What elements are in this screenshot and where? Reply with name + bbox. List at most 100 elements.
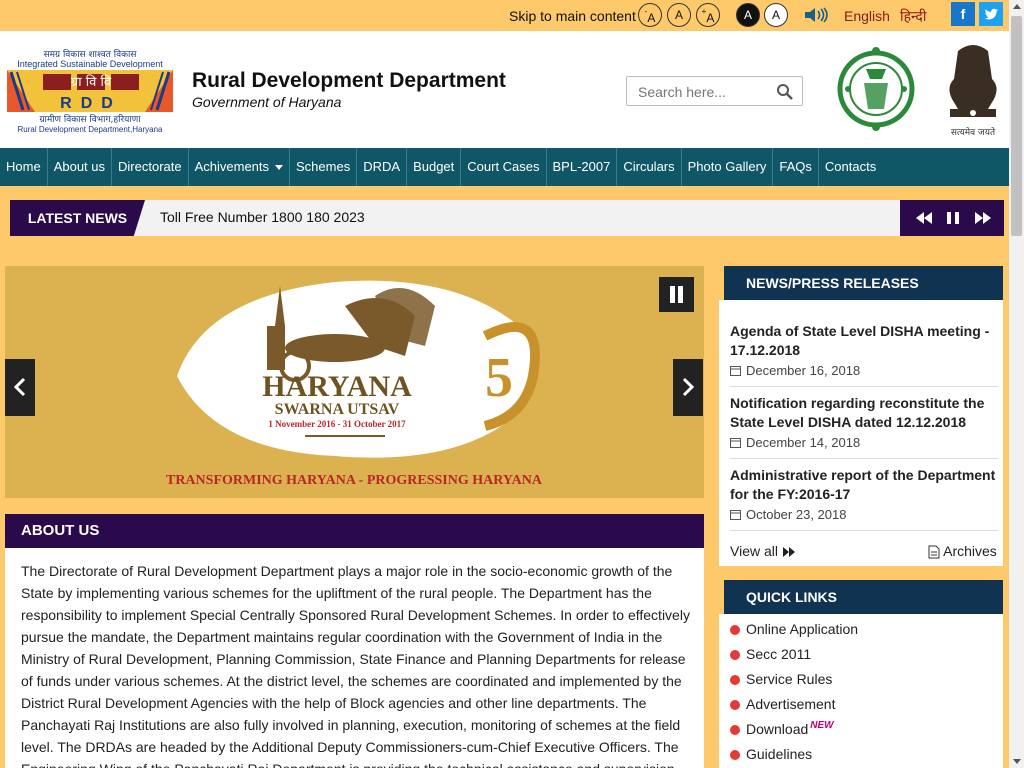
nav-photo-gallery[interactable]: Photo Gallery [682, 148, 774, 186]
national-emblem-icon: सत्यमेव जयते [949, 45, 997, 138]
font-increase-button[interactable]: +A [696, 3, 720, 27]
nav-schemes[interactable]: Schemes [290, 148, 358, 186]
press-item[interactable]: Agenda of State Level DISHA meeting - 17… [730, 322, 998, 387]
screen-reader-icon[interactable] [804, 7, 830, 23]
quick-link-label: Download [746, 721, 809, 737]
bullet-icon [730, 650, 740, 660]
scrollbar-thumb[interactable] [1011, 16, 1022, 236]
press-item-date-text: October 23, 2018 [746, 507, 847, 522]
quick-links-heading: QUICK LINKS [719, 580, 1003, 614]
slider-next-button[interactable] [673, 359, 703, 416]
nav-bpl-2007[interactable]: BPL-2007 [547, 148, 618, 186]
chevron-down-icon [275, 165, 284, 171]
nav-drda[interactable]: DRDA [357, 148, 408, 186]
fast-forward-icon[interactable] [974, 209, 992, 227]
view-all-link[interactable]: View all [730, 543, 796, 559]
svg-text:Rural Development Department,H: Rural Development Department,Haryana [18, 125, 164, 134]
normal-contrast-button[interactable]: A [764, 3, 788, 27]
nav-achivements[interactable]: Achivements [189, 148, 291, 186]
scroll-down-icon[interactable] [1013, 759, 1021, 764]
new-badge: NEW [810, 720, 834, 731]
language-english-link[interactable]: English [844, 8, 890, 24]
quick-link-download[interactable]: Download NEW [730, 720, 834, 737]
search-icon[interactable] [776, 83, 794, 101]
double-chevron-right-icon [782, 547, 795, 558]
chevron-left-icon [13, 377, 26, 397]
bullet-icon [730, 725, 740, 735]
pause-icon [670, 286, 683, 303]
press-item-title[interactable]: Administrative report of the Department … [730, 466, 998, 504]
quick-link-guidelines[interactable]: Guidelines [730, 746, 812, 762]
quick-link-label: Guidelines [746, 746, 813, 762]
nav-faqs[interactable]: FAQs [773, 148, 819, 186]
search-input[interactable] [636, 83, 770, 101]
font-decrease-button[interactable]: -A [638, 3, 662, 27]
font-normal-button[interactable]: A [667, 3, 691, 27]
svg-text:HARYANA: HARYANA [262, 370, 412, 403]
language-hindi-link[interactable]: हिन्दी [900, 7, 926, 26]
nav-circulars[interactable]: Circulars [617, 148, 682, 186]
main-navigation: Home About us Directorate Achivements Sc… [0, 148, 1009, 186]
quick-link-secc-2011[interactable]: Secc 2011 [730, 646, 811, 662]
chevron-right-icon [682, 377, 695, 397]
svg-text:1 November 2016 - 31 October 2: 1 November 2016 - 31 October 2017 [268, 419, 406, 429]
slider-prev-button[interactable] [5, 359, 35, 416]
bullet-icon [730, 625, 740, 635]
about-us-heading: ABOUT US [5, 514, 704, 548]
calendar-icon [730, 438, 741, 448]
quick-link-advertisement[interactable]: Advertisement [730, 696, 835, 712]
bullet-icon [730, 700, 740, 710]
quick-link-label: Secc 2011 [746, 646, 812, 662]
svg-text:SWARNA UTSAV: SWARNA UTSAV [275, 401, 400, 418]
archives-label: Archives [943, 543, 997, 559]
latest-news-ticker: LATEST NEWS Toll Free Number 1800 180 20… [5, 200, 1004, 236]
banner-slider: HARYANA SWARNA UTSAV 1 November 2016 - 3… [5, 266, 704, 498]
quick-link-label: Online Application [746, 621, 859, 637]
quick-link-label: Service Rules [746, 671, 833, 687]
bullet-icon [730, 675, 740, 685]
press-item-title[interactable]: Agenda of State Level DISHA meeting - 17… [730, 322, 998, 360]
archives-link[interactable]: Archives [928, 543, 997, 559]
quick-links-panel: QUICK LINKS Online Application Secc 2011… [719, 580, 1003, 768]
svg-text:RDD: RDD [60, 95, 122, 112]
pause-icon[interactable] [944, 209, 962, 227]
site-header: समग्र विकास शाश्वत विकास Integrated Sust… [0, 31, 1009, 148]
quick-link-online-application[interactable]: Online Application [730, 621, 858, 637]
press-item-title[interactable]: Notification regarding reconstitute the … [730, 394, 998, 432]
haryana-emblem-icon [837, 47, 915, 131]
press-releases-panel: NEWS/PRESS RELEASES Agenda of State Leve… [719, 266, 1003, 566]
bullet-icon [730, 750, 740, 760]
scroll-up-icon[interactable] [1013, 4, 1021, 9]
rewind-icon[interactable] [915, 209, 933, 227]
nav-directorate[interactable]: Directorate [112, 148, 189, 186]
press-item-date: December 14, 2018 [730, 435, 998, 450]
nav-contacts[interactable]: Contacts [819, 148, 882, 186]
nav-court-cases[interactable]: Court Cases [461, 148, 547, 186]
svg-text:Integrated Sustainable Develop: Integrated Sustainable Development [17, 59, 163, 69]
svg-text:TRANSFORMING HARYANA - PROGRES: TRANSFORMING HARYANA - PROGRESSING HARYA… [166, 473, 543, 488]
facebook-icon[interactable]: f [951, 2, 975, 26]
svg-text:ग्रामीण विकास विभाग,हरियाणा: ग्रामीण विकास विभाग,हरियाणा [39, 113, 141, 125]
slider-pause-button[interactable] [659, 277, 694, 312]
press-item-date: December 16, 2018 [730, 363, 998, 378]
quick-link-service-rules[interactable]: Service Rules [730, 671, 832, 687]
site-title[interactable]: Rural Development Department [192, 69, 506, 93]
skip-to-content-link[interactable]: Skip to main content [509, 8, 636, 24]
nav-home[interactable]: Home [0, 148, 48, 186]
press-item[interactable]: Notification regarding reconstitute the … [730, 394, 998, 459]
nav-about-us[interactable]: About us [48, 148, 113, 186]
rdd-logo[interactable]: समग्र विकास शाश्वत विकास Integrated Sust… [5, 48, 175, 134]
press-item[interactable]: Administrative report of the Department … [730, 466, 998, 531]
nav-budget[interactable]: Budget [407, 148, 462, 186]
news-ticker-controls [900, 200, 1004, 236]
calendar-icon [730, 510, 741, 520]
svg-text:ग्रा वि वि: ग्रा वि वि [71, 74, 112, 90]
quick-link-label: Advertisement [746, 696, 836, 712]
page-scrollbar[interactable] [1009, 0, 1024, 768]
high-contrast-button[interactable]: A [736, 3, 760, 27]
press-item-date-text: December 16, 2018 [746, 363, 861, 378]
latest-news-label: LATEST NEWS [5, 200, 145, 236]
about-us-section: ABOUT US The Directorate of Rural Develo… [5, 514, 704, 768]
twitter-icon[interactable] [979, 2, 1003, 26]
news-ticker-item[interactable]: Toll Free Number 1800 180 2023 [160, 209, 365, 225]
